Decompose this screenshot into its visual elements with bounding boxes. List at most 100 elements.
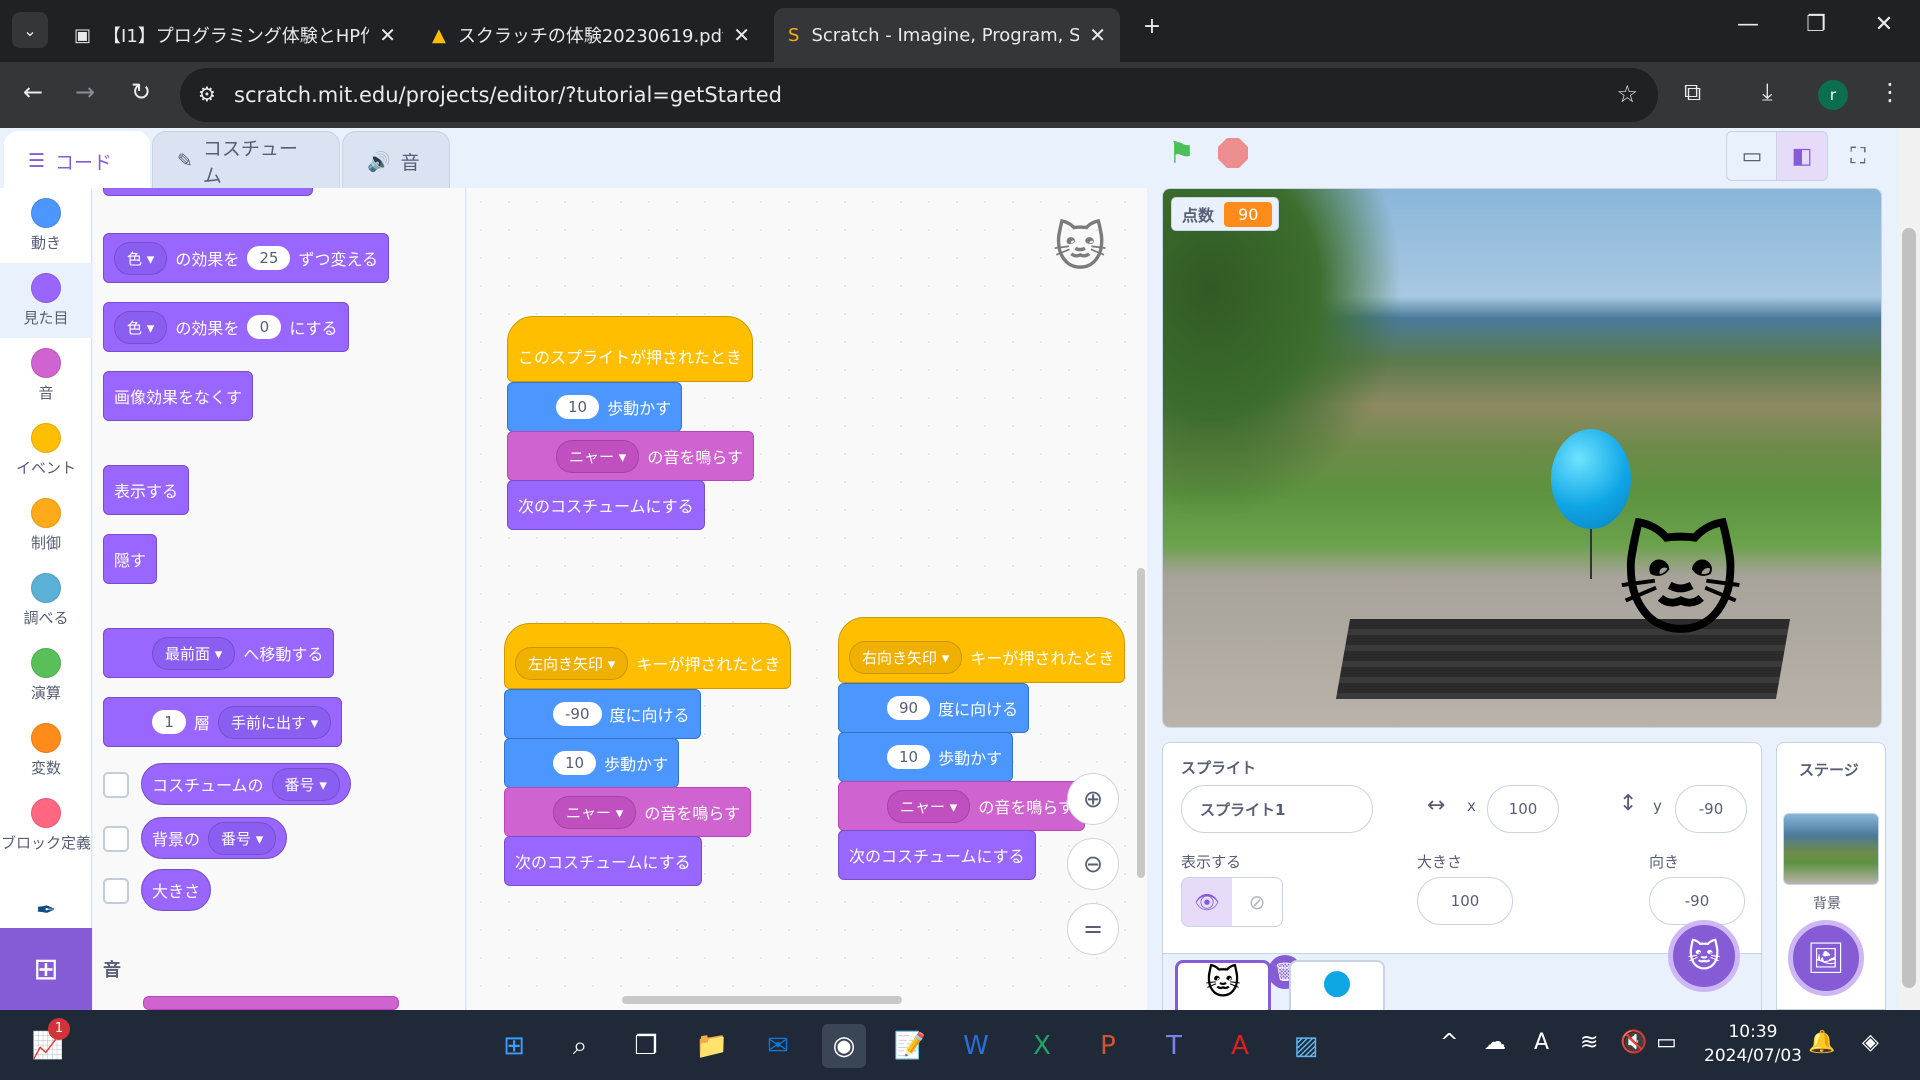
effect-dropdown[interactable]: 色 ▾ [114,310,168,344]
zoom-reset-button[interactable]: = [1067,903,1119,955]
forward-button[interactable]: → [68,78,102,106]
cat-sprite[interactable]: 🐱 [1618,514,1743,653]
close-icon[interactable]: ✕ [1089,23,1106,47]
hat-when-key-pressed-left[interactable]: 左向き矢印 ▾ キーが押されたとき [504,623,792,689]
sprite-name-field[interactable]: スプライト1 [1181,785,1373,833]
wifi-icon[interactable]: ≋ [1580,1030,1598,1055]
category-motion[interactable]: 動き [0,188,92,263]
file-explorer-icon[interactable]: 📁 [690,1024,734,1068]
variable-monitor[interactable]: 点数 90 [1171,197,1280,231]
palette-block-partial[interactable] [143,996,399,1010]
powerpoint-icon[interactable]: P [1086,1024,1130,1068]
value-input[interactable]: 10 [556,395,600,419]
fullscreen-button[interactable]: ⛶ [1832,131,1884,181]
new-tab-button[interactable]: + [1132,14,1172,39]
chrome-icon[interactable]: ◉ [822,1024,866,1068]
layer-dropdown[interactable]: 最前面 ▾ [152,636,236,670]
palette-block-change-effect[interactable]: 色 ▾ の効果を 25 ずつ変える [103,233,389,283]
palette-block-partial[interactable] [103,188,313,196]
close-icon[interactable]: ✕ [379,23,396,47]
sound-dropdown[interactable]: ニャー ▾ [553,795,637,829]
show-eye-icon[interactable]: 👁 [1182,878,1232,926]
size-checkbox[interactable] [103,878,129,904]
value-input[interactable]: 10 [553,751,597,775]
reload-button[interactable]: ↻ [124,78,158,106]
teams-icon[interactable]: T [1152,1024,1196,1068]
zoom-out-button[interactable]: ⊖ [1067,838,1119,890]
direction-field[interactable]: -90 [1649,877,1745,925]
menu-icon[interactable]: ⋮ [1878,78,1902,106]
value-input[interactable]: 0 [247,315,282,339]
page-scrollbar[interactable] [1898,128,1920,1010]
block-move-steps[interactable]: 10 歩動かす [838,732,1014,782]
value-input[interactable]: -90 [553,702,602,726]
stage-canvas[interactable]: 🐱 点数 90 [1162,188,1882,728]
block-point-direction[interactable]: 90 度に向ける [838,683,1030,733]
add-extension-button[interactable]: ⊞ [0,928,92,1010]
download-icon[interactable]: ⤓ [1762,78,1773,106]
stop-button[interactable] [1218,138,1248,168]
direction-dropdown[interactable]: 手前に出す ▾ [218,705,332,739]
value-input[interactable]: 25 [247,246,291,270]
value-input[interactable]: 90 [887,696,931,720]
palette-block-show[interactable]: 表示する [103,465,190,515]
category-control[interactable]: 制御 [0,488,92,563]
effect-dropdown[interactable]: 色 ▾ [114,241,168,275]
horizontal-scrollbar[interactable] [622,996,902,1004]
task-view-icon[interactable]: ❐ [624,1024,668,1068]
green-flag-button[interactable]: ⚑ [1168,136,1195,171]
palette-block-go-to-front[interactable]: 最前面 ▾ へ移動する [103,628,335,678]
tab-search-button[interactable]: ⌄ [12,12,48,48]
category-operators[interactable]: 演算 [0,638,92,713]
small-stage-button[interactable]: ▭ [1726,131,1778,181]
clock[interactable]: 10:39 2024/07/03 [1704,1020,1802,1068]
block-move-steps[interactable]: 10 歩動かす [504,738,680,788]
code-workspace[interactable]: 🐱 このスプライトが押されたとき 10 歩動かす ニャー ▾ の音を鳴らす 次の… [467,188,1147,1010]
y-field[interactable]: -90 [1675,785,1747,833]
block-point-direction[interactable]: -90 度に向ける [504,689,701,739]
acrobat-icon[interactable]: A [1218,1024,1262,1068]
zoom-in-button[interactable]: ⊕ [1067,773,1119,825]
palette-block-clear-effects[interactable]: 画像効果をなくす [103,371,254,421]
category-looks[interactable]: 見た目 [0,263,92,338]
window-close-button[interactable]: ✕ [1864,12,1904,37]
palette-reporter-size[interactable]: 大きさ [141,869,212,911]
palette-block-set-effect[interactable]: 色 ▾ の効果を 0 にする [103,302,349,352]
tab-sound[interactable]: 🔊 音 [342,131,450,191]
copilot-icon[interactable]: ◈ [1862,1030,1879,1055]
outlook-icon[interactable]: ✉ [756,1024,800,1068]
add-backdrop-button[interactable]: 🖼 [1788,920,1864,996]
notification-bell-icon[interactable]: 🔔 [1808,1030,1835,1055]
chevron-up-icon[interactable]: ^ [1440,1030,1458,1055]
tab-code[interactable]: ☰ コード [4,131,150,191]
x-field[interactable]: 100 [1487,785,1559,833]
block-play-sound[interactable]: ニャー ▾ の音を鳴らす [838,781,1086,831]
key-dropdown[interactable]: 左向き矢印 ▾ [515,646,629,680]
category-my-blocks[interactable]: ブロック定義 [0,788,92,883]
excel-icon[interactable]: X [1020,1024,1064,1068]
notepad-icon[interactable]: 📝 [888,1024,932,1068]
value-input[interactable]: 1 [152,710,186,734]
sound-dropdown[interactable]: ニャー ▾ [556,439,640,473]
address-bar[interactable]: ⚙ scratch.mit.edu/projects/editor/?tutor… [180,68,1658,122]
costume-dropdown[interactable]: 番号 ▾ [271,767,340,801]
backdrop-number-checkbox[interactable] [103,826,129,852]
site-info-icon[interactable]: ⚙ [198,82,216,106]
start-icon[interactable]: ⊞ [492,1024,536,1068]
hat-when-key-pressed-right[interactable]: 右向き矢印 ▾ キーが押されたとき [838,617,1126,683]
hat-when-sprite-clicked[interactable]: このスプライトが押されたとき [507,316,754,382]
palette-reporter-backdrop[interactable]: 背景の 番号 ▾ [141,817,288,859]
palette-block-go-layers[interactable]: 1 層 手前に出す ▾ [103,697,343,747]
close-icon[interactable]: ✕ [733,23,750,47]
scrollbar-thumb[interactable] [1902,228,1916,988]
bookmark-star-icon[interactable]: ☆ [1616,80,1638,108]
backdrop-dropdown[interactable]: 番号 ▾ [208,821,277,855]
block-next-costume[interactable]: 次のコスチュームにする [838,830,1036,880]
large-stage-button[interactable]: ◧ [1776,131,1828,181]
back-button[interactable]: ← [16,78,50,106]
category-sound[interactable]: 音 [0,338,92,413]
category-events[interactable]: イベント [0,413,92,488]
block-move-steps[interactable]: 10 歩動かす [507,382,683,432]
photos-icon[interactable]: ▨ [1284,1024,1328,1068]
minimize-button[interactable]: — [1728,12,1768,37]
